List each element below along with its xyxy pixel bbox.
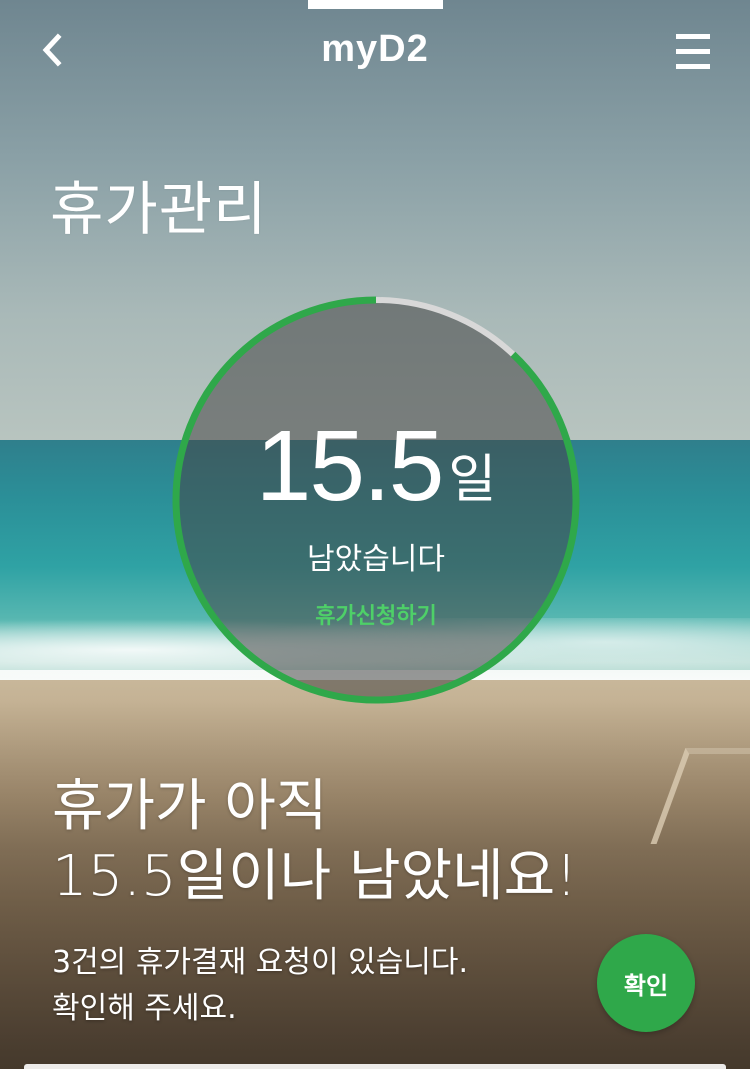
headline-message: 휴가가 아직 15.5일이나 남았네요!: [52, 772, 578, 912]
headline-line-1: 휴가가 아직: [52, 774, 328, 839]
leave-summary: 15.5 일 남았습니다 휴가신청하기: [172, 296, 580, 704]
confirm-button[interactable]: 확인: [597, 934, 695, 1032]
headline-line-2: 15.5일이나 남았네요!: [52, 844, 578, 909]
bottom-sheet-edge: [24, 1064, 726, 1069]
apply-leave-link[interactable]: 휴가신청하기: [172, 598, 580, 630]
top-bar: myD2: [0, 0, 750, 100]
page-title: 휴가관리: [50, 175, 268, 243]
hamburger-menu-icon: [676, 49, 710, 54]
days-unit: 일: [448, 450, 497, 510]
hamburger-menu-icon: [676, 64, 710, 69]
days-remaining-value: 15.5: [255, 410, 445, 522]
hamburger-menu-icon: [676, 34, 710, 39]
menu-button[interactable]: [672, 32, 714, 72]
approval-notice: 3건의 휴가결재 요청이 있습니다. 확인해 주세요.: [52, 940, 468, 1032]
app-logo: myD2: [321, 28, 429, 70]
approval-notice-line-2: 확인해 주세요.: [52, 991, 237, 1026]
top-indicator: [308, 0, 443, 9]
days-remaining: 15.5 일: [172, 416, 580, 516]
approval-notice-line-1: 3건의 휴가결재 요청이 있습니다.: [52, 945, 469, 980]
remaining-label: 남았습니다: [307, 542, 445, 577]
